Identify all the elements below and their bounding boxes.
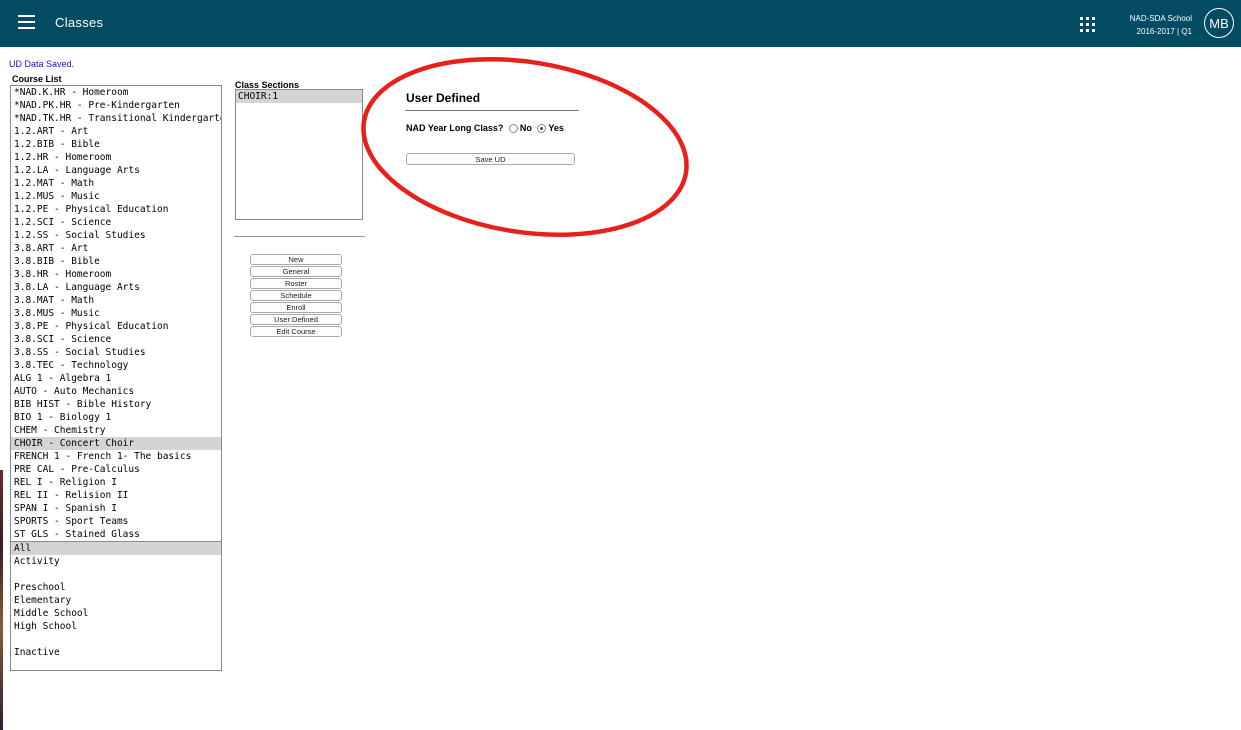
filter-item[interactable]: Preschool (11, 581, 221, 594)
filter-item[interactable]: Inactive (11, 646, 221, 659)
class-sections-list[interactable]: CHOIR:1 (235, 89, 363, 220)
course-item[interactable]: 3.8.TEC - Technology (11, 359, 221, 372)
divider (234, 236, 365, 237)
filter-item[interactable]: Elementary (11, 594, 221, 607)
course-item[interactable]: 3.8.MAT - Math (11, 294, 221, 307)
course-item[interactable]: 1.2.MUS - Music (11, 190, 221, 203)
save-ud-button[interactable]: Save UD (406, 153, 575, 165)
course-item[interactable]: 3.8.MUS - Music (11, 307, 221, 320)
course-item[interactable]: 1.2.SCI - Science (11, 216, 221, 229)
red-annotation-ellipse (361, 57, 689, 237)
filter-item[interactable]: Middle School (11, 607, 221, 620)
page-title: Classes (55, 15, 104, 30)
new-button[interactable]: New (250, 254, 342, 265)
yes-radio[interactable] (537, 124, 547, 134)
yes-label: Yes (548, 123, 564, 133)
no-radio[interactable] (508, 124, 518, 134)
course-item[interactable]: CHEM - Chemistry (11, 424, 221, 437)
class-section-item[interactable]: CHOIR:1 (236, 90, 362, 103)
enroll-button[interactable]: Enroll (250, 302, 342, 313)
course-item[interactable]: AUTO - Auto Mechanics (11, 385, 221, 398)
filter-spacer (11, 633, 221, 646)
course-item[interactable]: 3.8.BIB - Bible (11, 255, 221, 268)
course-item[interactable]: SPAN I - Spanish I (11, 502, 221, 515)
filter-item[interactable]: All (11, 542, 221, 555)
course-list[interactable]: *NAD.K.HR - Homeroom *NAD.PK.HR - Pre-Kin… (10, 85, 222, 671)
course-item[interactable]: 3.8.LA - Language Arts (11, 281, 221, 294)
course-item[interactable]: BIB HIST - Bible History (11, 398, 221, 411)
course-item[interactable]: 3.8.PE - Physical Education (11, 320, 221, 333)
course-item[interactable]: CHOIR - Concert Choir (11, 437, 221, 450)
roster-button[interactable]: Roster (250, 278, 342, 289)
course-item[interactable]: PRE CAL - Pre-Calculus (11, 463, 221, 476)
course-item[interactable]: *NAD.TK.HR - Transitional Kindergarten (11, 112, 221, 125)
user-defined-button[interactable]: User Defined (250, 314, 342, 325)
year-long-question: NAD Year Long Class? No Yes (406, 123, 564, 134)
status-message: UD Data Saved. (9, 59, 75, 69)
window-edge-strip (0, 470, 3, 730)
course-item[interactable]: 1.2.PE - Physical Education (11, 203, 221, 216)
course-item[interactable]: REL II - Relision II (11, 489, 221, 502)
course-item[interactable]: BIO 1 - Biology 1 (11, 411, 221, 424)
course-item[interactable]: 1.2.ART - Art (11, 125, 221, 138)
school-name: NAD-SDA School (1129, 14, 1192, 23)
hamburger-menu-icon[interactable] (18, 15, 35, 29)
filter-item[interactable]: Activity (11, 555, 221, 568)
class-actions: New General Roster Schedule Enroll User … (250, 254, 342, 338)
course-item[interactable]: 1.2.HR - Homeroom (11, 151, 221, 164)
course-item[interactable]: 1.2.SS - Social Studies (11, 229, 221, 242)
school-info[interactable]: NAD-SDA School 2016-2017 | Q1 (1110, 12, 1192, 38)
general-button[interactable]: General (250, 266, 342, 277)
course-item[interactable]: *NAD.K.HR - Homeroom (11, 86, 221, 99)
course-item[interactable]: 3.8.SCI - Science (11, 333, 221, 346)
course-item[interactable]: SPORTS - Sport Teams (11, 515, 221, 528)
course-item[interactable]: 1.2.LA - Language Arts (11, 164, 221, 177)
course-item[interactable]: ST GLS - Stained Glass (11, 528, 221, 541)
edit-course-button[interactable]: Edit Course (250, 326, 342, 337)
schedule-button[interactable]: Schedule (250, 290, 342, 301)
course-item[interactable]: 1.2.MAT - Math (11, 177, 221, 190)
apps-grid-icon[interactable] (1080, 17, 1095, 32)
course-item[interactable]: *NAD.PK.HR - Pre-Kindergarten (11, 99, 221, 112)
filter-spacer (11, 568, 221, 581)
no-label: No (519, 123, 532, 133)
course-list-label: Course List (12, 74, 62, 84)
course-item[interactable]: 3.8.ART - Art (11, 242, 221, 255)
course-item[interactable]: FRENCH 1 - French 1- The basics (11, 450, 221, 463)
user-defined-divider (405, 110, 579, 111)
user-defined-title: User Defined (406, 91, 481, 105)
year-long-label: NAD Year Long Class? (406, 123, 504, 133)
course-item[interactable]: 3.8.SS - Social Studies (11, 346, 221, 359)
course-item[interactable]: REL I - Religion I (11, 476, 221, 489)
course-item[interactable]: 3.8.HR - Homeroom (11, 268, 221, 281)
course-item[interactable]: ALG 1 - Algebra 1 (11, 372, 221, 385)
user-avatar[interactable]: MB (1204, 8, 1234, 38)
course-item[interactable]: 1.2.BIB - Bible (11, 138, 221, 151)
term-label: 2016-2017 | Q1 (1136, 27, 1192, 36)
filter-item[interactable]: High School (11, 620, 221, 633)
top-bar: Classes NAD-SDA School 2016-2017 | Q1 MB (0, 0, 1241, 47)
